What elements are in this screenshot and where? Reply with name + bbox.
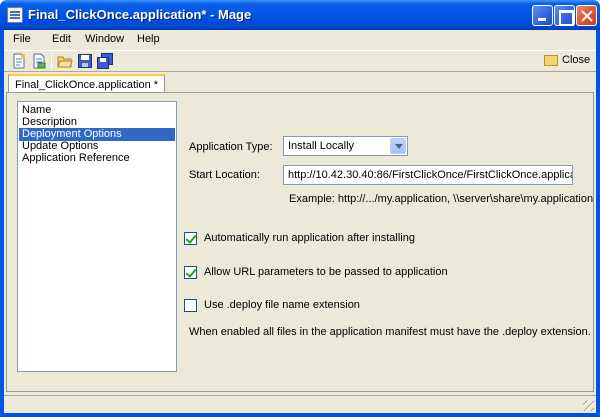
deploy-extension-note: When enabled all files in the applicatio…: [189, 326, 591, 338]
new-icon[interactable]: [11, 53, 27, 69]
resize-grip-icon[interactable]: [583, 400, 594, 411]
close-button-label: Close: [562, 54, 591, 66]
start-location-input[interactable]: http://10.42.30.40:86/FirstClickOnce/Fir…: [283, 165, 573, 185]
menu-bar: File Edit Window Help: [4, 30, 596, 50]
main-window: Final_ClickOnce.application* - Mage File…: [0, 0, 600, 417]
checkmark-icon[interactable]: [184, 232, 197, 245]
document-tabs: Final_ClickOnce.application *: [4, 73, 596, 94]
app-icon[interactable]: [7, 7, 23, 23]
menu-file[interactable]: File: [13, 33, 31, 45]
status-bar: [4, 395, 596, 413]
deploy-extension-label: Use .deploy file name extension: [204, 299, 360, 311]
window-title: Final_ClickOnce.application* - Mage: [28, 7, 252, 22]
start-location-example: Example: http://.../my.application, \\se…: [289, 193, 594, 205]
auto-run-label: Automatically run application after inst…: [204, 232, 415, 244]
maximize-icon[interactable]: [554, 5, 575, 26]
open-folder-icon[interactable]: [57, 53, 73, 69]
folder-icon: [544, 55, 558, 66]
menu-help[interactable]: Help: [137, 33, 160, 45]
title-bar[interactable]: Final_ClickOnce.application* - Mage: [0, 0, 600, 30]
document-panel: Name Description Deployment Options Upda…: [6, 92, 594, 392]
save-icon[interactable]: [77, 53, 93, 69]
minimize-icon[interactable]: [532, 5, 553, 26]
checkmark-icon[interactable]: [184, 266, 197, 279]
chevron-down-icon[interactable]: [390, 138, 406, 154]
client-area: File Edit Window Help Close Final_ClickO…: [4, 30, 596, 413]
new-from-template-icon[interactable]: [31, 53, 47, 69]
options-list[interactable]: Name Description Deployment Options Upda…: [17, 101, 177, 372]
menu-edit[interactable]: Edit: [52, 33, 71, 45]
toolbar: Close: [4, 50, 596, 72]
save-all-icon[interactable]: [97, 53, 113, 69]
start-location-label: Start Location:: [189, 169, 260, 181]
application-type-label: Application Type:: [189, 141, 273, 153]
deploy-extension-checkbox[interactable]: [184, 299, 197, 312]
tab-final-clickonce[interactable]: Final_ClickOnce.application *: [8, 74, 166, 94]
menu-window[interactable]: Window: [85, 33, 124, 45]
application-type-select[interactable]: Install Locally: [283, 136, 408, 156]
close-icon[interactable]: [576, 5, 597, 26]
sidebar-item-application-reference[interactable]: Application Reference: [19, 152, 175, 165]
application-type-value: Install Locally: [288, 140, 355, 152]
url-parameters-label: Allow URL parameters to be passed to app…: [204, 266, 448, 278]
toolbar-separator: [51, 54, 52, 69]
